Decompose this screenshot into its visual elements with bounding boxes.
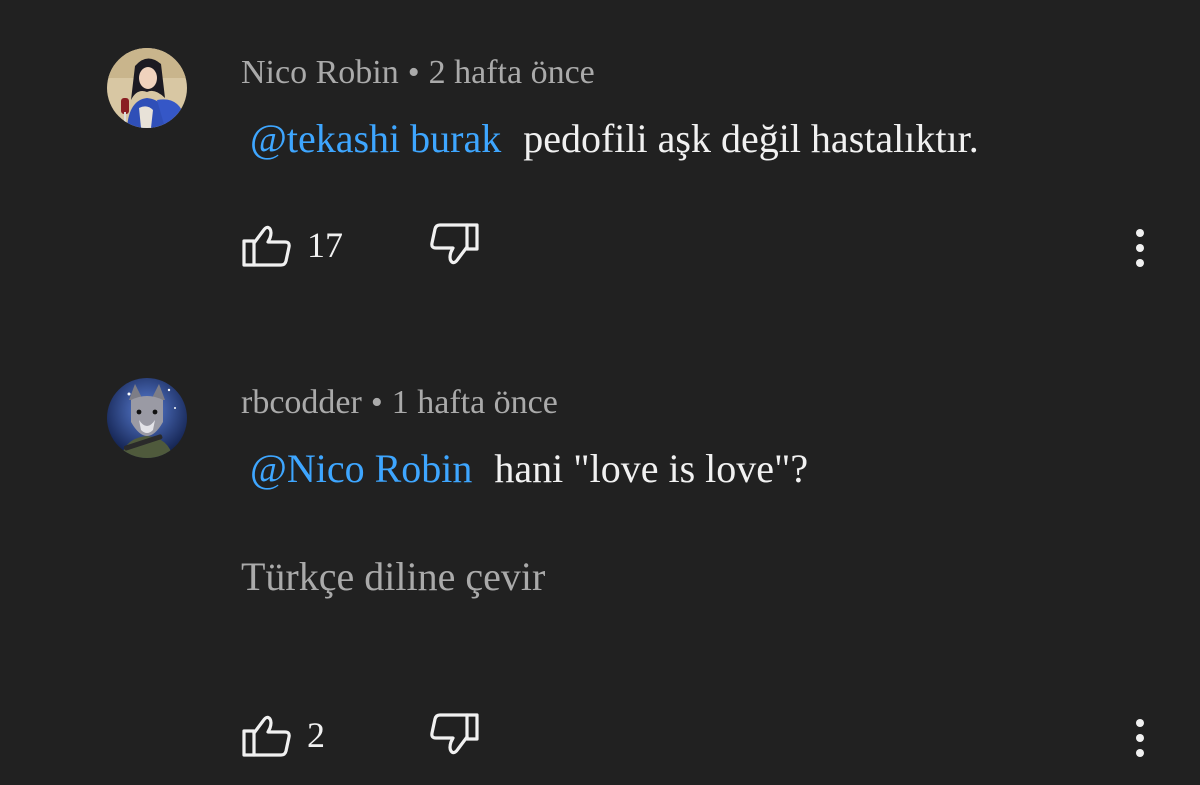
thumbs-down-icon [430, 713, 479, 755]
more-vertical-icon [1136, 719, 1144, 757]
comment-text: @Nico Robin hani "love is love"? [250, 449, 808, 489]
comment-text: @tekashi burak pedofili aşk değil hastalı… [250, 119, 979, 159]
comment-item: Nico Robin • 2 hafta önce @tekashi burak pe… [0, 0, 1200, 330]
translate-link[interactable]: Türkçe diline çevir [241, 557, 545, 597]
more-vertical-icon [1136, 229, 1144, 267]
thumbs-up-icon [242, 715, 291, 757]
comment-meta: rbcodder • 1 hafta önce [241, 386, 558, 420]
dislike-button[interactable] [428, 221, 480, 269]
like-button[interactable] [241, 221, 293, 269]
avatar[interactable] [107, 48, 187, 128]
more-options-button[interactable] [1124, 711, 1156, 759]
meta-separator: • [370, 384, 383, 421]
comment-content: hani "love is love"? [494, 446, 809, 491]
comment-item: rbcodder • 1 hafta önce @Nico Robin hani "l… [0, 330, 1200, 785]
mention-link[interactable]: @tekashi burak [250, 116, 501, 161]
mention-link[interactable]: @Nico Robin [250, 446, 472, 491]
avatar[interactable] [107, 378, 187, 458]
comment-timestamp[interactable]: 2 hafta önce [429, 54, 595, 91]
comment-timestamp[interactable]: 1 hafta önce [392, 384, 558, 421]
comment-content: pedofili aşk değil hastalıktır. [523, 116, 979, 161]
anime-character-avatar-icon [107, 48, 187, 128]
comment-meta: Nico Robin • 2 hafta önce [241, 56, 595, 90]
author-name[interactable]: Nico Robin [241, 54, 399, 91]
comment-actions: 17 [0, 215, 1200, 275]
dislike-button[interactable] [428, 711, 480, 759]
like-button[interactable] [241, 711, 293, 759]
like-count: 2 [307, 715, 325, 755]
author-name[interactable]: rbcodder [241, 384, 362, 421]
thumbs-down-icon [430, 223, 479, 265]
meta-separator: • [407, 54, 420, 91]
wolf-character-avatar-icon [107, 378, 187, 458]
comment-actions: 2 [0, 705, 1200, 765]
thumbs-up-icon [242, 225, 291, 267]
like-count: 17 [307, 225, 343, 265]
more-options-button[interactable] [1124, 221, 1156, 269]
